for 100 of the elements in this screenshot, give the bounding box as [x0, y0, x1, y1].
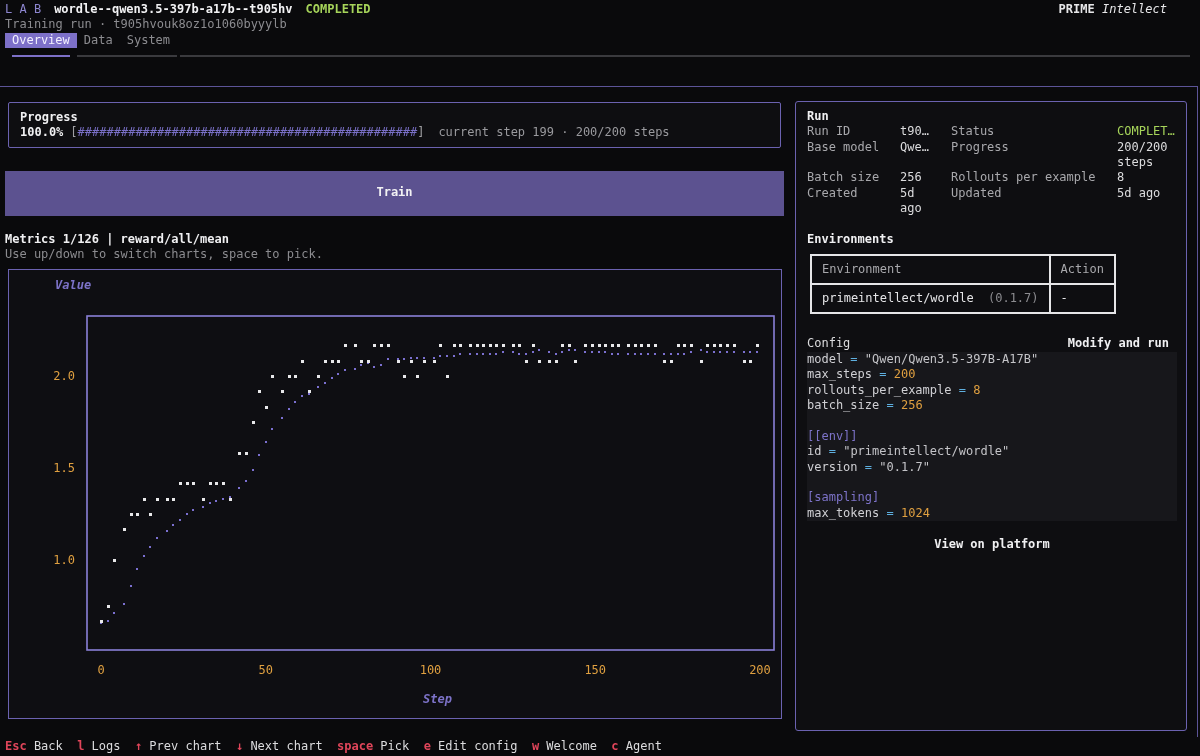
data-point	[468, 343, 472, 347]
field-value: 8	[1117, 170, 1126, 186]
data-point	[280, 389, 284, 393]
data-point	[293, 374, 297, 378]
data-point	[386, 343, 390, 347]
code-line: model = "Qwen/Qwen3.5-397B-A17B"	[807, 351, 1040, 368]
data-point	[676, 343, 680, 347]
data-point	[165, 497, 169, 501]
data-point	[135, 512, 139, 516]
data-point	[191, 481, 195, 485]
status-label: COMPLETED	[305, 2, 371, 18]
field-label: Created	[807, 185, 859, 202]
view-on-platform-link[interactable]: View on platform	[934, 537, 1050, 553]
data-point	[458, 343, 462, 347]
data-point	[732, 343, 736, 347]
data-point	[718, 343, 722, 347]
data-point	[323, 359, 327, 363]
data-point	[583, 343, 587, 347]
data-point	[610, 343, 614, 347]
shortcut-label: Back	[33, 738, 63, 755]
table-cell: primeintellect/wordle (0.1.7)	[811, 284, 1050, 314]
modify-and-run-button[interactable]: Modify and run	[1067, 336, 1169, 352]
data-point	[438, 343, 442, 347]
data-point	[221, 481, 225, 485]
section-title: Config	[807, 336, 851, 352]
data-point	[699, 359, 703, 363]
run-subtitle: Training run · t905hvouk8oz1o1060byyylb	[5, 17, 288, 33]
progress-bracket: [	[70, 125, 78, 140]
field-label: Status	[951, 124, 996, 140]
data-point	[415, 374, 419, 378]
data-point	[300, 359, 304, 363]
axis-title: Value	[55, 278, 92, 293]
run-name: wordle--qwen3.5-397b-a17b--t905hv	[54, 2, 293, 18]
data-point	[488, 343, 492, 347]
field-label: Base model	[807, 139, 881, 156]
data-point	[567, 343, 571, 347]
data-point	[251, 420, 255, 424]
code-line: max_steps = 200	[807, 367, 917, 383]
data-point	[185, 481, 189, 485]
data-point	[626, 343, 630, 347]
tick-label: 1.5	[53, 461, 75, 476]
data-point	[122, 527, 126, 531]
field-value: 256	[900, 170, 923, 186]
field-value: t90…	[900, 124, 930, 140]
shortcut-key: e	[423, 737, 431, 756]
field-label: Run ID	[807, 124, 852, 140]
data-point	[712, 343, 716, 347]
data-point	[445, 374, 449, 378]
data-point	[257, 389, 261, 393]
data-point	[560, 343, 564, 347]
tab[interactable]: Data	[76, 32, 120, 48]
data-point	[353, 343, 357, 347]
data-point	[669, 359, 673, 363]
data-point	[214, 481, 218, 485]
data-point	[748, 359, 752, 363]
company-logo: PRIME Intellect	[1058, 2, 1167, 18]
data-point	[336, 359, 340, 363]
field-value: COMPLET…	[1117, 124, 1176, 140]
data-point	[148, 512, 152, 516]
data-point	[524, 359, 528, 363]
chart-title: Metrics 1/126 | reward/all/mean	[5, 231, 230, 248]
data-point	[112, 558, 116, 562]
shortcut-key: w	[531, 737, 540, 756]
tick-label: 50	[258, 663, 273, 678]
field-value: 200/200 steps	[1117, 139, 1169, 171]
hint-text: Use up/down to switch charts, space to pick.	[5, 247, 324, 263]
data-point	[639, 343, 643, 347]
data-point	[481, 343, 485, 347]
progress-bracket: ]	[417, 125, 425, 140]
data-point	[208, 481, 212, 485]
data-point	[590, 343, 594, 347]
field-label: Updated	[951, 185, 1003, 202]
train-button[interactable]: Train	[5, 170, 784, 216]
tick-label: 200	[749, 663, 771, 678]
data-point	[106, 604, 110, 608]
shortcut-label: Next chart	[250, 738, 323, 755]
progress-hashes: ###############################################	[77, 125, 418, 140]
tick-label: 1.0	[53, 553, 75, 568]
shortcut-key: space	[337, 737, 374, 756]
code-line: batch_size = 256	[807, 398, 924, 414]
data-point	[501, 343, 505, 347]
data-point	[155, 497, 159, 501]
data-point	[573, 359, 577, 363]
section-title: Environments	[807, 232, 895, 248]
data-point	[689, 343, 693, 347]
data-point	[494, 343, 498, 347]
data-point	[646, 343, 650, 347]
table-header-cell: Action	[1049, 255, 1115, 285]
data-point	[201, 497, 205, 501]
data-point	[531, 343, 535, 347]
data-point	[662, 359, 666, 363]
field-value: 5d ago	[900, 185, 923, 217]
tab[interactable]: System	[119, 32, 178, 48]
table-cell: -	[1049, 284, 1115, 314]
data-point	[270, 374, 274, 378]
data-point	[554, 359, 558, 363]
data-point	[682, 343, 686, 347]
section-title: Run	[807, 108, 830, 125]
tab[interactable]: Overview	[5, 32, 77, 48]
table-header-cell: Environment	[811, 255, 1050, 285]
